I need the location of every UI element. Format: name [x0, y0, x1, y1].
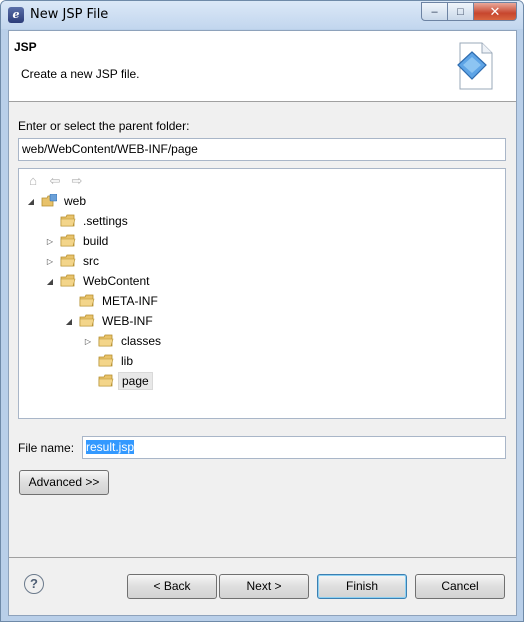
- next-button[interactable]: Next >: [219, 574, 309, 599]
- back-button[interactable]: < Back: [127, 574, 217, 599]
- dialog-client-area: JSP Create a new JSP file. Enter or sele…: [8, 30, 517, 616]
- advanced-button[interactable]: Advanced >>: [19, 470, 109, 495]
- tree-toolbar: ⌂ ⇦ ⇨: [25, 173, 85, 189]
- tree-item-label: .settings: [83, 214, 128, 228]
- tree-item-meta-inf[interactable]: META-INF: [63, 291, 161, 311]
- collapsed-arrow-icon[interactable]: ▷: [82, 337, 94, 346]
- tree-item-label: src: [83, 254, 99, 268]
- window-title: New JSP File: [30, 7, 109, 22]
- folder-icon: [79, 314, 95, 327]
- cancel-button[interactable]: Cancel: [415, 574, 505, 599]
- home-icon[interactable]: ⌂: [25, 173, 41, 189]
- folder-icon: [98, 374, 114, 387]
- project-icon: [41, 194, 57, 207]
- folder-icon: [60, 274, 76, 287]
- folder-icon: [60, 254, 76, 267]
- tree-item-lib[interactable]: lib: [82, 351, 136, 371]
- tree-item-src[interactable]: ▷ src: [44, 251, 102, 271]
- close-button[interactable]: ✕: [473, 2, 517, 21]
- expanded-arrow-icon[interactable]: ◢: [25, 197, 37, 206]
- tree-item-label: build: [83, 234, 109, 248]
- minimize-button[interactable]: ‒: [421, 2, 448, 21]
- collapsed-arrow-icon[interactable]: ▷: [44, 237, 56, 246]
- folder-icon: [98, 334, 114, 347]
- parent-folder-input[interactable]: web/WebContent/WEB-INF/page: [18, 138, 506, 161]
- eclipse-app-icon: e: [8, 7, 24, 23]
- expanded-arrow-icon[interactable]: ◢: [63, 317, 75, 326]
- finish-button[interactable]: Finish: [317, 574, 407, 599]
- wizard-banner: JSP Create a new JSP file.: [9, 31, 516, 102]
- file-name-value: result.jsp: [86, 440, 135, 454]
- maximize-button[interactable]: □: [447, 2, 474, 21]
- tree-item-label: web: [64, 194, 87, 208]
- banner-title: JSP: [14, 40, 37, 54]
- folder-icon: [60, 234, 76, 247]
- parent-folder-label: Enter or select the parent folder:: [18, 119, 190, 133]
- tree-item-label: page: [118, 372, 153, 390]
- jsp-file-wizard-icon: [457, 42, 493, 90]
- banner-description: Create a new JSP file.: [21, 67, 140, 81]
- folder-icon: [98, 354, 114, 367]
- tree-item-label: WebContent: [83, 274, 150, 288]
- minimize-icon: ‒: [431, 5, 438, 18]
- collapsed-arrow-icon[interactable]: ▷: [44, 257, 56, 266]
- footer-separator: [9, 557, 516, 558]
- tree-item-classes[interactable]: ▷ classes: [82, 331, 164, 351]
- window-controls: ‒ □ ✕: [421, 2, 517, 21]
- file-name-label: File name:: [18, 441, 75, 455]
- help-icon[interactable]: ?: [24, 574, 44, 594]
- file-name-input[interactable]: result.jsp: [82, 436, 506, 459]
- back-arrow-icon[interactable]: ⇦: [47, 173, 63, 189]
- tree-item-label: lib: [121, 354, 134, 368]
- tree-item-settings[interactable]: .settings: [44, 211, 131, 231]
- folder-tree[interactable]: ⌂ ⇦ ⇨ ◢ web .settings ▷ build ▷ src ◢ We…: [18, 168, 506, 419]
- tree-item-web-inf[interactable]: ◢ WEB-INF: [63, 311, 156, 331]
- maximize-icon: □: [457, 5, 464, 18]
- tree-item-label: META-INF: [102, 294, 158, 308]
- folder-icon: [60, 214, 76, 227]
- tree-item-page[interactable]: page: [82, 371, 153, 391]
- forward-arrow-icon[interactable]: ⇨: [69, 173, 85, 189]
- dialog-window: e New JSP File ‒ □ ✕ JSP Create a new JS…: [0, 0, 524, 622]
- tree-item-label: classes: [121, 334, 162, 348]
- folder-icon: [79, 294, 95, 307]
- tree-item-web[interactable]: ◢ web: [25, 191, 89, 211]
- close-icon: ✕: [489, 3, 501, 19]
- tree-item-build[interactable]: ▷ build: [44, 231, 111, 251]
- expanded-arrow-icon[interactable]: ◢: [44, 277, 56, 286]
- tree-item-webcontent[interactable]: ◢ WebContent: [44, 271, 153, 291]
- title-bar[interactable]: e New JSP File ‒ □ ✕: [1, 1, 523, 29]
- tree-item-label: WEB-INF: [102, 314, 153, 328]
